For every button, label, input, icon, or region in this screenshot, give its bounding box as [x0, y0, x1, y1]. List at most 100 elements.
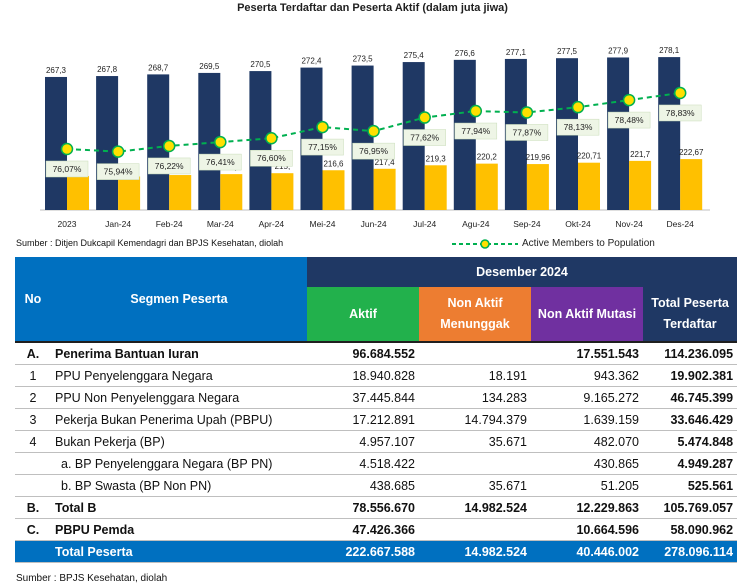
- legend-label: Active Members to Population: [522, 238, 655, 249]
- ratio-label: 76,95%: [359, 146, 388, 156]
- row-aktif: 78.556.670: [307, 496, 419, 519]
- ratio-point: [673, 86, 687, 100]
- segment-table: No Segmen Peserta Desember 2024 Aktif No…: [15, 257, 738, 563]
- table-row: 3 Pekerja Bukan Penerima Upah (PBPU) 17.21…: [15, 408, 738, 431]
- header-aktif: Aktif: [307, 287, 419, 342]
- row-no: 3: [15, 408, 51, 431]
- grand-total-aktif: 222.667.588: [307, 540, 419, 563]
- active-bar: [475, 163, 498, 210]
- registered-bar-label: 276,6: [455, 49, 476, 58]
- x-tick-label: Des-24: [666, 219, 694, 229]
- x-tick-label: Agu-24: [462, 219, 490, 229]
- ratio-point: [367, 124, 380, 138]
- active-bar-label: 222,67: [679, 148, 704, 157]
- chart-source: Sumber : Ditjen Dukcapil Kemendagri dan …: [16, 238, 284, 248]
- row-total: 105.769.057: [643, 496, 738, 519]
- x-tick-label: Mar-24: [207, 219, 234, 229]
- x-tick-label: 2023: [58, 219, 77, 229]
- registered-bar-label: 277,9: [608, 46, 629, 55]
- registered-bar-label: 267,3: [46, 66, 67, 75]
- active-bar-label: 220,71: [577, 152, 602, 161]
- x-tick-label: Jun-24: [361, 219, 387, 229]
- bar-line-chart: 267,3213,52023267,8213,2Jan-24268,7214,F…: [40, 46, 710, 229]
- registered-bar-label: 278,1: [659, 46, 680, 55]
- row-segment: PPU Penyelenggara Negara: [51, 364, 307, 387]
- table-row: B. Total B 78.556.670 14.982.524 12.229.863 1…: [15, 496, 738, 519]
- row-menunggak: 18.191: [419, 364, 531, 387]
- row-no: C.: [15, 518, 51, 541]
- active-bar-label: 219,3: [426, 154, 447, 163]
- ratio-label: 77,15%: [308, 142, 337, 152]
- row-mutasi: 10.664.596: [531, 518, 643, 541]
- ratio-point: [111, 145, 125, 158]
- row-aktif: 18.940.828: [307, 364, 419, 387]
- legend-line-marker-icon: [452, 238, 518, 249]
- row-aktif: 17.212.891: [307, 408, 419, 431]
- registered-bar-label: 270,5: [250, 60, 271, 69]
- ratio-point: [571, 100, 585, 114]
- header-nonaktif-menunggak: Non Aktif Menunggak: [419, 287, 531, 342]
- table-row: a. BP Penyelenggara Negara (BP PN) 4.518.…: [15, 452, 738, 475]
- ratio-label: 77,94%: [461, 126, 490, 136]
- ratio-label: 77,62%: [410, 133, 439, 143]
- active-bar: [680, 159, 703, 210]
- row-menunggak: [419, 341, 531, 365]
- grand-total-total: 278.096.114: [643, 540, 738, 563]
- active-bar: [220, 174, 243, 210]
- x-tick-label: Apr-24: [259, 219, 285, 229]
- active-bar: [322, 170, 345, 210]
- active-bar: [629, 160, 652, 210]
- header-nonaktif-mutasi: Non Aktif Mutasi: [531, 287, 643, 342]
- registered-bar-label: 273,5: [353, 55, 374, 64]
- row-segment: Penerima Bantuan Iuran: [51, 341, 307, 365]
- row-mutasi: 482.070: [531, 430, 643, 453]
- ratio-label: 78,13%: [564, 122, 593, 132]
- table-row: 2 PPU Non Penyelenggara Negara 37.445.844 1…: [15, 386, 738, 409]
- table-row: 1 PPU Penyelenggara Negara 18.940.828 18.19…: [15, 364, 738, 387]
- row-aktif: 4.518.422: [307, 452, 419, 475]
- ratio-label: 76,60%: [257, 153, 286, 163]
- row-segment: Pekerja Bukan Penerima Upah (PBPU): [51, 408, 307, 431]
- row-total: 525.561: [643, 474, 738, 497]
- registered-bar-label: 272,4: [301, 57, 322, 66]
- row-total: 114.236.095: [643, 341, 738, 365]
- active-bar: [578, 162, 600, 210]
- row-segment: Bukan Pekerja (BP): [51, 430, 307, 453]
- active-bar-label: 221,7: [630, 150, 651, 159]
- row-no: [15, 452, 51, 475]
- row-no: 4: [15, 430, 51, 453]
- grand-total-menunggak: 14.982.524: [419, 540, 531, 563]
- active-bar: [169, 175, 192, 210]
- active-bar: [373, 168, 396, 210]
- x-tick-label: Sep-24: [513, 219, 541, 229]
- row-total: 5.474.848: [643, 430, 738, 453]
- registered-bar-label: 268,7: [148, 63, 169, 72]
- ratio-point: [60, 142, 74, 156]
- ratio-point: [418, 111, 431, 124]
- row-segment: Total B: [51, 496, 307, 519]
- registered-bar-label: 275,4: [404, 51, 425, 60]
- header-no: No: [15, 257, 51, 342]
- ratio-point: [520, 106, 534, 119]
- registered-bar: [96, 76, 119, 210]
- table-body: A. Penerima Bantuan Iuran 96.684.552 17.551…: [15, 341, 738, 563]
- row-total: 58.090.962: [643, 518, 738, 541]
- row-mutasi: 51.205: [531, 474, 643, 497]
- registered-bar: [351, 65, 374, 210]
- table-source: Sumber : BPJS Kesehatan, diolah: [16, 573, 168, 584]
- x-tick-label: Feb-24: [156, 219, 183, 229]
- chart-title: Peserta Terdaftar dan Peserta Aktif (dal…: [237, 2, 508, 14]
- row-menunggak: 35.671: [419, 474, 531, 497]
- header-segment: Segmen Peserta: [51, 257, 307, 342]
- grand-total-name: Total Peserta: [51, 540, 307, 563]
- row-menunggak: [419, 518, 531, 541]
- active-bar-label: 219,96: [526, 153, 551, 162]
- row-segment: b. BP Swasta (BP Non PN): [51, 474, 307, 497]
- x-tick-label: Nov-24: [615, 219, 643, 229]
- ratio-label: 75,94%: [104, 167, 133, 177]
- table-row: C. PBPU Pemda 47.426.366 10.664.596 58.090.9…: [15, 518, 738, 541]
- ratio-point: [316, 120, 329, 134]
- row-aktif: 4.957.107: [307, 430, 419, 453]
- ratio-label: 76,22%: [155, 161, 184, 171]
- row-total: 46.745.399: [643, 386, 738, 409]
